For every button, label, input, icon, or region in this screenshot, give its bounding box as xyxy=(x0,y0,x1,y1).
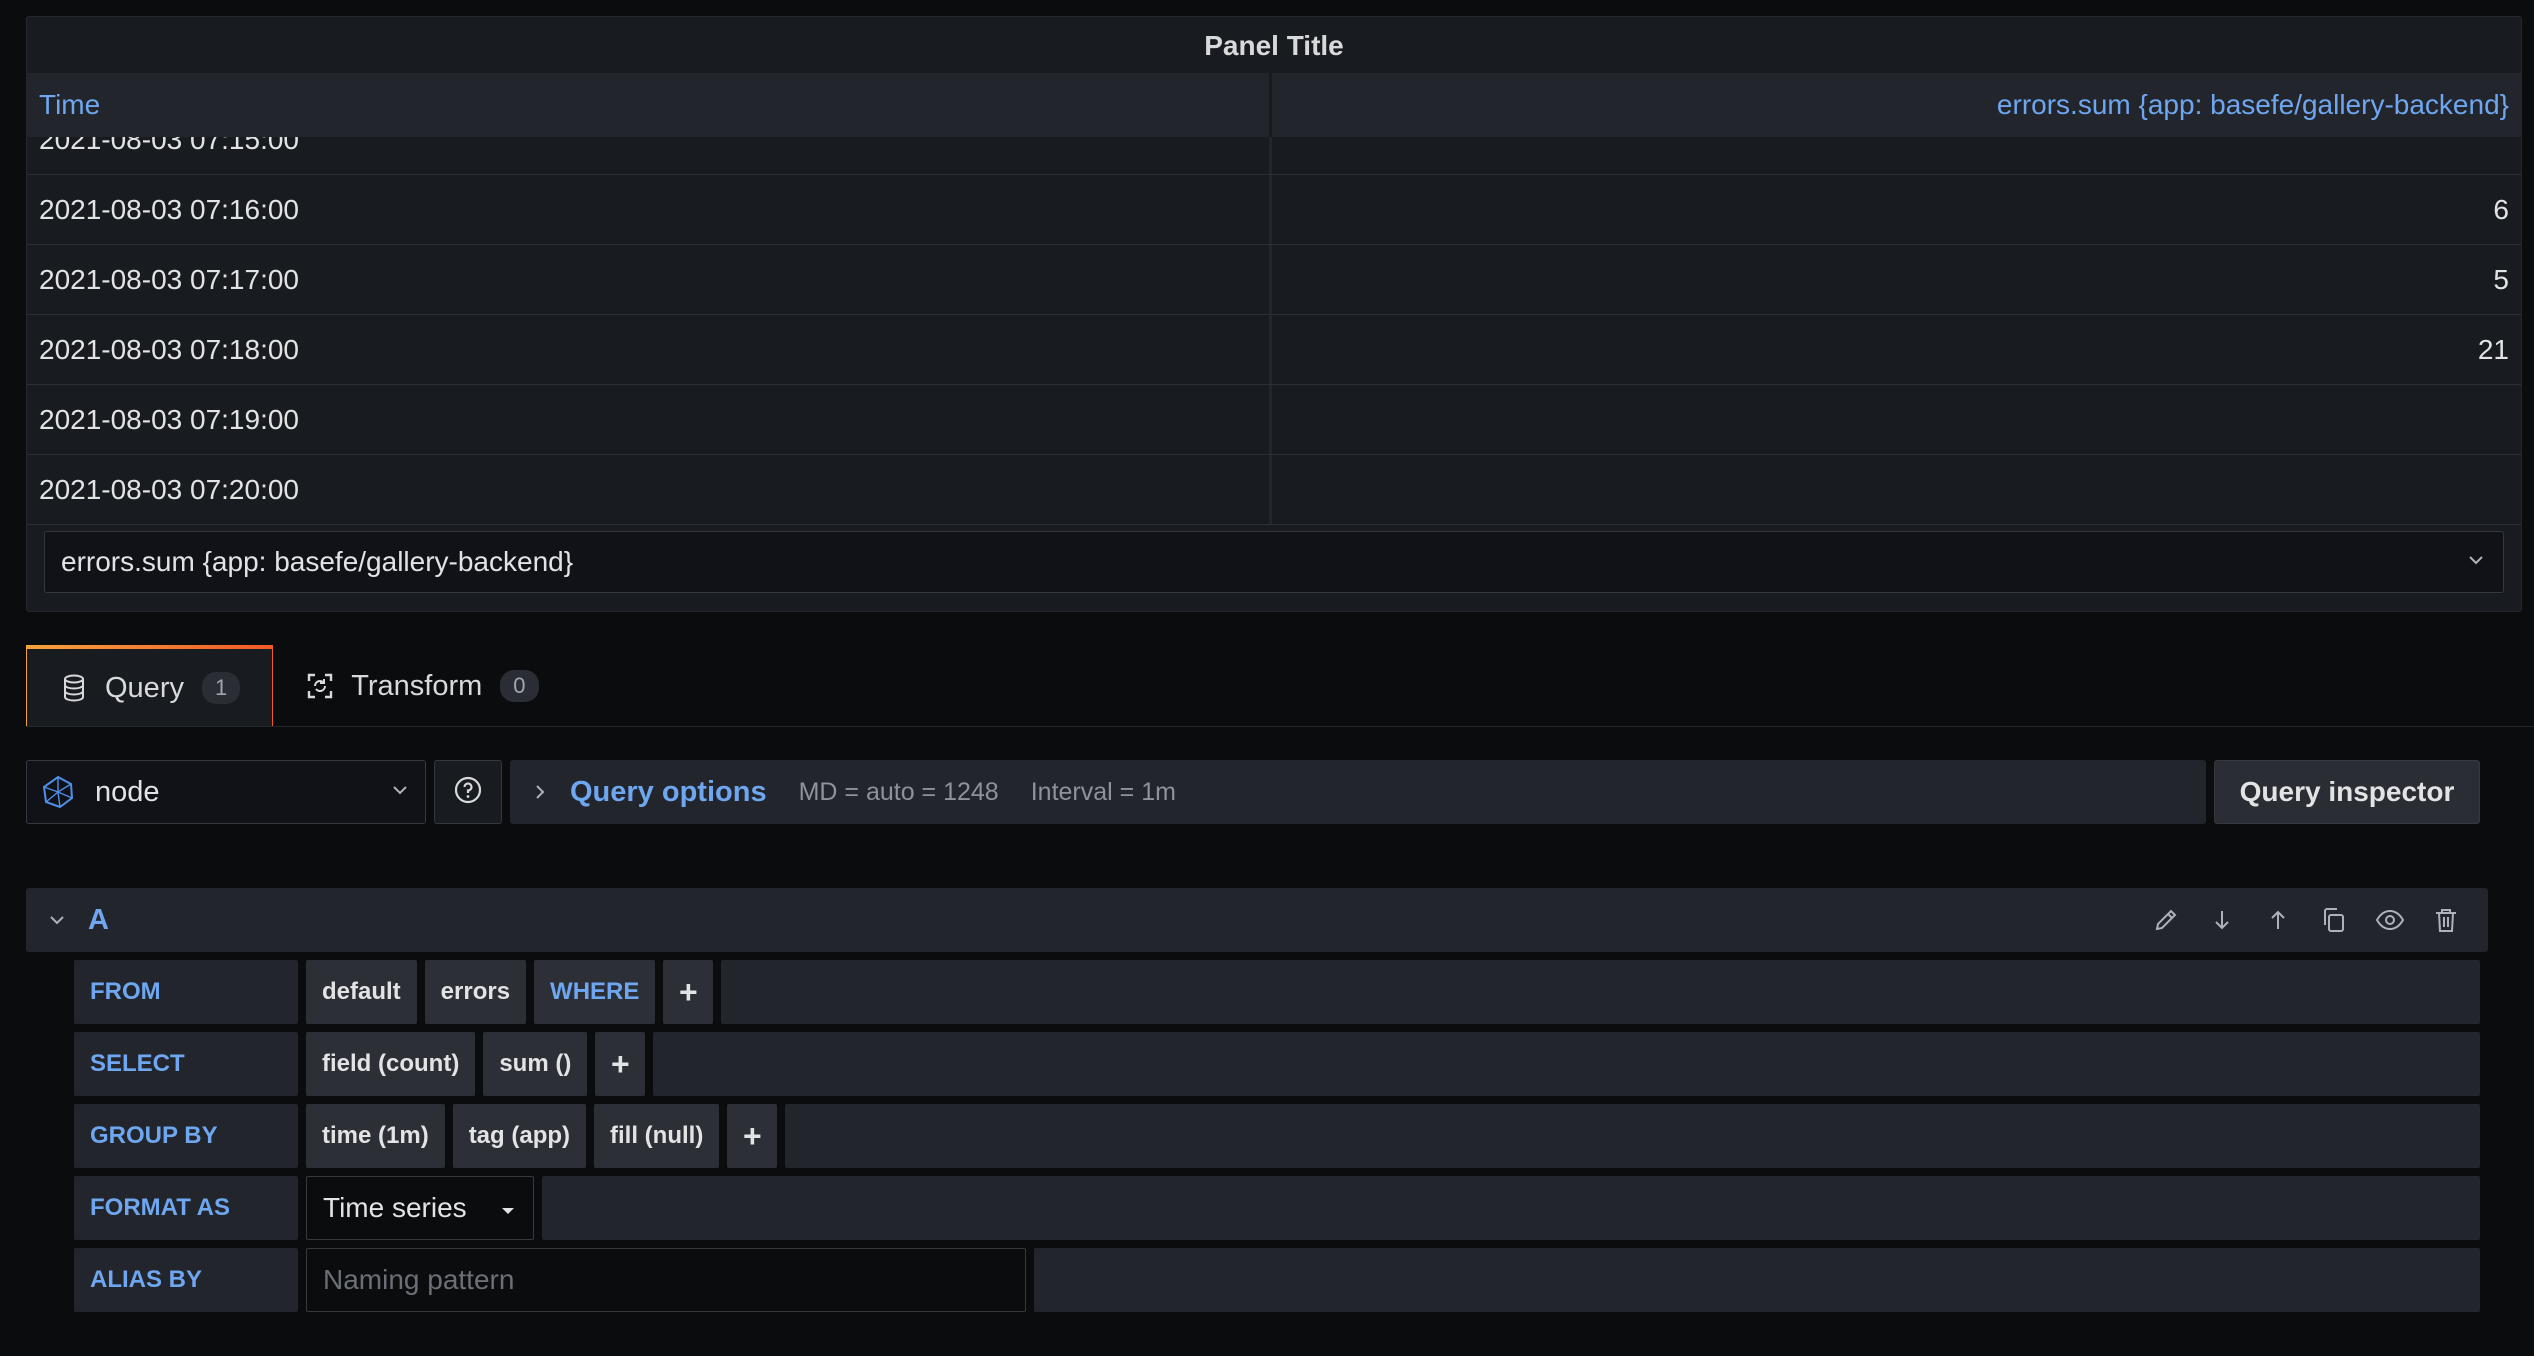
format-as-value: Time series xyxy=(323,1192,467,1223)
add-group-by-button[interactable]: + xyxy=(727,1104,778,1168)
chevron-down-icon xyxy=(389,776,411,809)
query-options-label[interactable]: Query options xyxy=(570,776,767,809)
move-up-icon[interactable] xyxy=(2250,900,2306,940)
table-header: Time errors.sum {app: basefe/gallery-bac… xyxy=(27,73,2521,137)
tab-transform-label: Transform xyxy=(351,669,483,702)
cell-time: 2021-08-03 07:15:00 xyxy=(27,137,1272,174)
table-row: 2021-08-03 07:16:00 6 xyxy=(27,175,2521,245)
cell-time: 2021-08-03 07:20:00 xyxy=(27,455,1272,524)
table-row: 2021-08-03 07:20:00 xyxy=(27,455,2521,525)
where-keyword: WHERE xyxy=(534,960,656,1024)
edit-icon[interactable] xyxy=(2138,900,2194,940)
cell-value xyxy=(1272,385,2521,454)
duplicate-icon[interactable] xyxy=(2306,900,2362,940)
alias-by-input[interactable] xyxy=(306,1248,1026,1312)
cell-value: 5 xyxy=(2493,264,2509,295)
series-select[interactable]: errors.sum {app: basefe/gallery-backend} xyxy=(44,531,2504,593)
tab-query[interactable]: Query 1 xyxy=(26,645,274,727)
table-row: 2021-08-03 07:17:00 5 xyxy=(27,245,2521,315)
tabs-divider xyxy=(26,726,2534,727)
cell-value: 6 xyxy=(2493,194,2509,225)
row-filler xyxy=(721,960,2480,1024)
cell-value xyxy=(1272,137,2521,174)
transform-icon xyxy=(305,671,335,701)
select-row: SELECT field (count) sum () + xyxy=(74,1032,2480,1096)
cell-time: 2021-08-03 07:17:00 xyxy=(27,245,1272,314)
query-ref-id[interactable]: A xyxy=(88,904,2138,937)
series-select-value: errors.sum {app: basefe/gallery-backend} xyxy=(61,546,574,577)
alias-by-label: ALIAS BY xyxy=(74,1248,298,1312)
column-header-value[interactable]: errors.sum {app: basefe/gallery-backend} xyxy=(1272,73,2521,137)
table-body[interactable]: 2021-08-03 07:15:00 2021-08-03 07:16:00 … xyxy=(27,137,2521,532)
add-where-button[interactable]: + xyxy=(663,960,714,1024)
trash-icon[interactable] xyxy=(2418,900,2474,940)
tab-transform[interactable]: Transform 0 xyxy=(273,645,570,727)
table-row: 2021-08-03 07:18:00 21 xyxy=(27,315,2521,385)
eye-icon[interactable] xyxy=(2362,900,2418,940)
from-row: FROM default errors WHERE + xyxy=(74,960,2480,1024)
row-filler xyxy=(785,1104,2480,1168)
influxdb-icon xyxy=(41,775,75,809)
cell-time: 2021-08-03 07:18:00 xyxy=(27,315,1272,384)
caret-down-icon xyxy=(499,1192,517,1224)
row-filler xyxy=(542,1176,2480,1240)
tab-query-label: Query xyxy=(105,671,184,704)
field-segment[interactable]: field (count) xyxy=(306,1032,476,1096)
query-inspector-button[interactable]: Query inspector xyxy=(2214,760,2480,824)
query-row-actions xyxy=(2138,900,2474,940)
fill-segment[interactable]: fill (null) xyxy=(594,1104,720,1168)
chevron-right-icon xyxy=(530,781,550,803)
editor-tabs: Query 1 Transform 0 xyxy=(26,645,571,727)
add-select-button[interactable]: + xyxy=(595,1032,646,1096)
table-row: 2021-08-03 07:19:00 xyxy=(27,385,2521,455)
group-by-row: GROUP BY time (1m) tag (app) fill (null)… xyxy=(74,1104,2480,1168)
query-options-bar[interactable]: Query options MD = auto = 1248 Interval … xyxy=(510,760,2206,824)
tab-query-count: 1 xyxy=(201,672,241,704)
aggregate-function-segment[interactable]: sum () xyxy=(483,1032,588,1096)
datasource-picker[interactable]: node xyxy=(26,760,426,824)
from-label: FROM xyxy=(74,960,298,1024)
max-data-points-info: MD = auto = 1248 xyxy=(798,777,999,806)
datasource-name: node xyxy=(95,775,160,808)
group-by-tag-segment[interactable]: tag (app) xyxy=(452,1104,587,1168)
alias-by-row: ALIAS BY xyxy=(74,1248,2480,1312)
format-as-label: FORMAT AS xyxy=(74,1176,298,1240)
tab-transform-count: 0 xyxy=(500,670,539,702)
interval-info: Interval = 1m xyxy=(1030,777,1176,806)
group-by-time-segment[interactable]: time (1m) xyxy=(306,1104,445,1168)
cell-time: 2021-08-03 07:19:00 xyxy=(27,385,1272,454)
select-label: SELECT xyxy=(74,1032,298,1096)
row-filler xyxy=(1034,1248,2480,1312)
database-icon xyxy=(59,673,89,703)
query-row-header: A xyxy=(26,888,2488,952)
format-as-select[interactable]: Time series xyxy=(306,1176,534,1240)
table-row: 2021-08-03 07:15:00 xyxy=(27,137,2521,175)
measurement-segment[interactable]: errors xyxy=(424,960,527,1024)
column-header-time[interactable]: Time xyxy=(27,73,1272,137)
move-down-icon[interactable] xyxy=(2194,900,2250,940)
chevron-down-icon xyxy=(2465,546,2487,578)
cell-value xyxy=(1272,455,2521,524)
chevron-down-icon[interactable] xyxy=(46,909,68,931)
group-by-label: GROUP BY xyxy=(74,1104,298,1168)
retention-policy-segment[interactable]: default xyxy=(306,960,417,1024)
cell-value: 21 xyxy=(2477,334,2509,365)
cell-time: 2021-08-03 07:16:00 xyxy=(27,175,1272,244)
panel-editor: Panel Title Time errors.sum {app: basefe… xyxy=(0,0,2534,1356)
row-filler xyxy=(653,1032,2480,1096)
panel-title[interactable]: Panel Title xyxy=(27,17,2521,73)
table-panel: Panel Title Time errors.sum {app: basefe… xyxy=(26,16,2522,612)
question-circle-icon xyxy=(453,775,483,810)
datasource-help-button[interactable] xyxy=(434,760,502,824)
format-as-row: FORMAT AS Time series xyxy=(74,1176,2480,1240)
